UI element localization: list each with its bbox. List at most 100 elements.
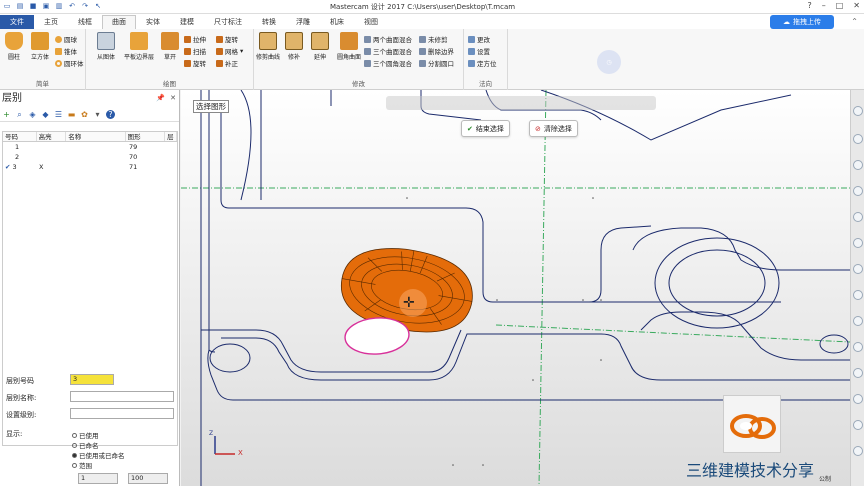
help-icon[interactable]: ? bbox=[807, 1, 811, 10]
screen-icon[interactable] bbox=[853, 446, 863, 456]
table-row[interactable]: 2 70 bbox=[3, 152, 177, 162]
revolve-surface-button[interactable]: 旋转 bbox=[216, 34, 238, 44]
wireframe-icon[interactable] bbox=[853, 368, 863, 378]
find-icon[interactable]: ⌕ bbox=[15, 110, 24, 119]
display-option-used[interactable]: 已使用 bbox=[72, 430, 99, 440]
trim-curve-button[interactable]: 修剪曲线 bbox=[254, 32, 282, 61]
tab-modeling[interactable]: 建模 bbox=[170, 15, 204, 29]
table-row[interactable]: 1 79 bbox=[3, 142, 177, 152]
level-name-field[interactable] bbox=[70, 391, 174, 402]
dropdown-icon[interactable]: ▾ bbox=[240, 47, 243, 55]
tab-home[interactable]: 主页 bbox=[34, 15, 68, 29]
panel-close-icon[interactable]: ✕ bbox=[170, 94, 176, 102]
delete-icon[interactable] bbox=[853, 420, 863, 430]
minimize-icon[interactable]: – bbox=[822, 1, 826, 10]
fillet-surface-button[interactable]: 圆角曲面 bbox=[334, 32, 364, 61]
sweep-button[interactable]: 扫描 bbox=[184, 46, 206, 56]
add-level-icon[interactable]: + bbox=[2, 110, 11, 119]
print-icon[interactable]: ▥ bbox=[54, 1, 64, 11]
dropdown-icon[interactable]: ▾ bbox=[93, 110, 102, 119]
table-row[interactable]: ✔ 3 X 71 bbox=[3, 162, 177, 172]
maximize-icon[interactable]: □ bbox=[836, 1, 844, 10]
level-number-field[interactable]: 3 bbox=[70, 374, 114, 385]
set-normal-button[interactable]: 设置 bbox=[468, 46, 490, 56]
sphere-button[interactable]: 圆球 bbox=[55, 34, 77, 44]
collapse-ribbon-icon[interactable]: ⌃ bbox=[851, 17, 858, 26]
column-number[interactable]: 号码 bbox=[3, 132, 37, 141]
split-button[interactable]: 分割圆口 bbox=[419, 58, 454, 68]
untrim-button[interactable]: 未修剪 bbox=[419, 34, 448, 44]
level-set-field[interactable] bbox=[70, 408, 174, 419]
tab-dimension[interactable]: 尺寸标注 bbox=[204, 15, 252, 29]
cone-button[interactable]: 锥体 bbox=[55, 46, 77, 56]
tab-wireframe[interactable]: 线框 bbox=[68, 15, 102, 29]
from-solid-button[interactable]: 从图体 bbox=[92, 32, 120, 61]
flat-boundary-button[interactable]: 平板边界层 bbox=[122, 32, 156, 61]
tab-file[interactable]: 文件 bbox=[0, 15, 34, 29]
select-icon[interactable]: ↖ bbox=[93, 1, 103, 11]
open-file-icon[interactable]: ▤ bbox=[15, 1, 25, 11]
save-icon[interactable]: ■ bbox=[28, 1, 38, 11]
tab-view[interactable]: 视图 bbox=[354, 15, 388, 29]
three-fillet-blend-button[interactable]: 三个圆角混合 bbox=[364, 58, 412, 68]
help-icon[interactable]: ? bbox=[106, 110, 115, 119]
extrude-button[interactable]: 拉伸 bbox=[184, 34, 206, 44]
column-highlight[interactable]: 高亮 bbox=[37, 132, 67, 141]
layers-stack-icon[interactable]: ◆ bbox=[41, 110, 50, 119]
filter-icon[interactable]: ☰ bbox=[54, 110, 63, 119]
graphics-viewport[interactable]: ✛ 选择图形 ✔ 结束选择 ⊘ 清除选择 Z X 三维建模技术分享 公制 bbox=[181, 90, 850, 486]
fit-view-icon[interactable] bbox=[853, 212, 863, 222]
tab-solids[interactable]: 实体 bbox=[136, 15, 170, 29]
view-front-icon[interactable] bbox=[853, 134, 863, 144]
close-icon[interactable]: ✕ bbox=[853, 1, 860, 10]
layers-icon[interactable]: ◈ bbox=[28, 110, 37, 119]
orient-button[interactable]: 定方位 bbox=[468, 58, 497, 68]
tab-surfaces[interactable]: 曲面 bbox=[102, 15, 136, 29]
torus-button[interactable]: 圆环体 bbox=[55, 58, 84, 68]
undo-icon[interactable]: ↶ bbox=[67, 1, 77, 11]
column-name[interactable]: 名称 bbox=[66, 132, 126, 141]
view-top-icon[interactable] bbox=[853, 106, 863, 116]
column-entities[interactable]: 图形 bbox=[126, 132, 166, 141]
shade-icon[interactable] bbox=[853, 342, 863, 352]
cube-button[interactable]: 立方体 bbox=[28, 32, 52, 61]
net-button[interactable]: 网格 ▾ bbox=[216, 46, 243, 56]
viewport-quick-toolbar[interactable] bbox=[386, 96, 656, 110]
column-level[interactable]: 层 bbox=[165, 132, 178, 141]
save-as-icon[interactable]: ▣ bbox=[41, 1, 51, 11]
view-iso-icon[interactable] bbox=[853, 186, 863, 196]
change-normal-button[interactable]: 更改 bbox=[468, 34, 490, 44]
display-option-named[interactable]: 已命名 bbox=[72, 440, 99, 450]
upload-button[interactable]: ☁ 拖拽上传 bbox=[770, 15, 834, 29]
finish-selection-button[interactable]: ✔ 结束选择 bbox=[461, 120, 510, 137]
range-to-field[interactable]: 100 bbox=[128, 473, 168, 484]
draft-button[interactable]: 草开 bbox=[158, 32, 182, 61]
view-side-icon[interactable] bbox=[853, 160, 863, 170]
zoom-icon[interactable] bbox=[853, 238, 863, 248]
three-surface-blend-button[interactable]: 三个曲面混合 bbox=[364, 46, 412, 56]
redo-icon[interactable]: ↷ bbox=[80, 1, 90, 11]
extend-button[interactable]: 延伸 bbox=[308, 32, 332, 61]
export-icon[interactable]: ▬ bbox=[67, 110, 76, 119]
rotate-icon[interactable] bbox=[853, 290, 863, 300]
display-option-used-or-named[interactable]: 已使用或已命名 bbox=[72, 450, 125, 460]
tab-relief[interactable]: 浮雕 bbox=[286, 15, 320, 29]
pan-icon[interactable] bbox=[853, 316, 863, 326]
window-controls: ? – □ ✕ bbox=[807, 1, 860, 10]
two-surface-blend-button[interactable]: 两个曲面混合 bbox=[364, 34, 412, 44]
analyze-icon[interactable] bbox=[853, 394, 863, 404]
settings-icon[interactable]: ✿ bbox=[80, 110, 89, 119]
tab-transform[interactable]: 转换 bbox=[252, 15, 286, 29]
pin-icon[interactable]: 📌 bbox=[156, 94, 165, 102]
revolve-button[interactable]: 旋转 bbox=[184, 58, 206, 68]
remove-boundary-button[interactable]: 删除边界 bbox=[419, 46, 454, 56]
zoom-out-icon[interactable] bbox=[853, 264, 863, 274]
tab-machine[interactable]: 机床 bbox=[320, 15, 354, 29]
patch-button[interactable]: 修补 bbox=[282, 32, 306, 61]
cylinder-button[interactable]: 圆柱 bbox=[2, 32, 26, 61]
offset-button[interactable]: 补正 bbox=[216, 58, 238, 68]
range-from-field[interactable]: 1 bbox=[78, 473, 118, 484]
display-option-range[interactable]: 范围 bbox=[72, 460, 92, 470]
new-file-icon[interactable]: ▭ bbox=[2, 1, 12, 11]
clear-selection-button[interactable]: ⊘ 清除选择 bbox=[529, 120, 578, 137]
